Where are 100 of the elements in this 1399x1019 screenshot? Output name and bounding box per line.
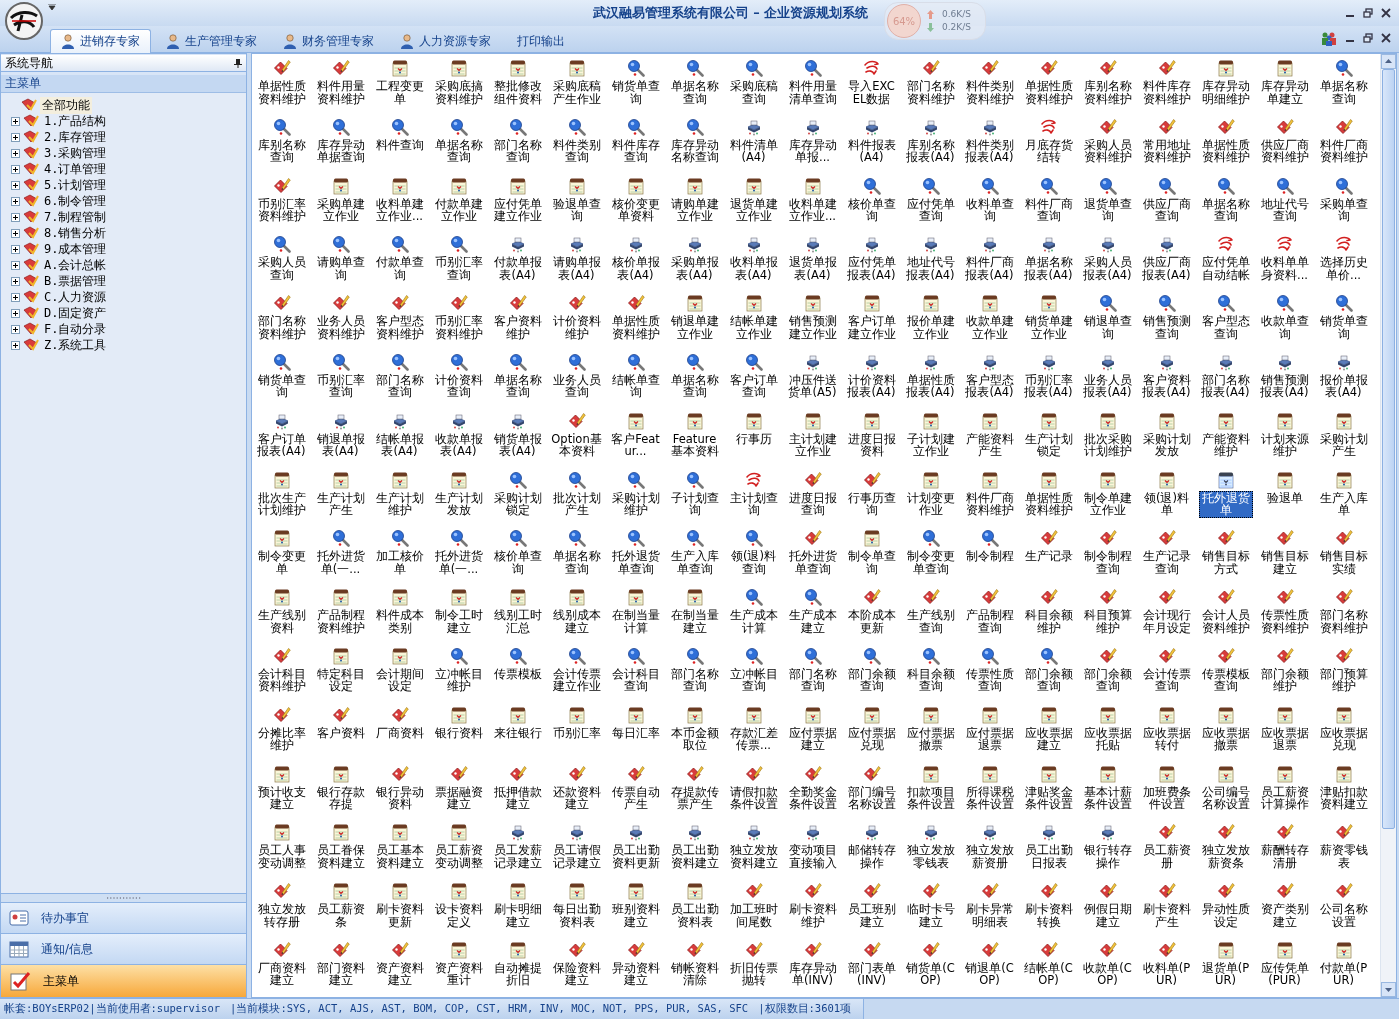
function-item[interactable]: 所得课税条件设置 xyxy=(960,764,1019,824)
function-item[interactable]: 批次生产计划维护 xyxy=(252,470,311,530)
function-item[interactable]: 行事历 xyxy=(724,411,783,471)
function-item[interactable]: 部门名称资料维护 xyxy=(1314,588,1373,647)
function-item[interactable]: 批次采购计划维护 xyxy=(1078,411,1137,471)
function-item[interactable]: 部门名称查询 xyxy=(783,646,842,706)
function-item[interactable]: 采购底稿查询 xyxy=(724,59,783,118)
function-item[interactable]: 库别名称资料维护 xyxy=(1078,59,1137,118)
function-item[interactable]: 冲压件送货单(A5) xyxy=(783,353,842,412)
expand-icon[interactable] xyxy=(11,292,20,302)
function-item[interactable]: 供应厂商报表(A4) xyxy=(1137,235,1196,295)
function-item[interactable]: 银行转存操作 xyxy=(1078,823,1137,883)
function-item[interactable]: 员工人事变动调整 xyxy=(252,823,311,883)
function-item[interactable]: 报价单建立作业 xyxy=(901,294,960,353)
function-item[interactable]: 请购单查询 xyxy=(311,235,370,295)
function-item[interactable]: 刷卡明细建立 xyxy=(488,882,547,941)
function-item[interactable]: 生产计划维护 xyxy=(370,470,429,530)
pin-icon[interactable] xyxy=(234,58,242,68)
function-item[interactable]: 领(退)料单 xyxy=(1137,470,1196,530)
function-item[interactable]: 付款单报表(A4) xyxy=(488,235,547,295)
users-icon[interactable] xyxy=(1321,30,1337,46)
function-item[interactable]: 部门编号名称设置 xyxy=(842,764,901,824)
function-item[interactable]: 员工薪资册 xyxy=(1137,823,1196,883)
function-item[interactable]: 采购底稿产生作业 xyxy=(547,59,606,118)
function-item[interactable]: 核价变更单资料 xyxy=(606,176,665,236)
expand-icon[interactable] xyxy=(11,180,20,190)
function-item[interactable]: 核价单报表(A4) xyxy=(606,235,665,295)
tree-item[interactable]: C.人力资源 xyxy=(42,288,109,306)
function-item[interactable]: 制令制程 xyxy=(960,529,1019,589)
dropdown-arrow-icon[interactable] xyxy=(48,4,56,10)
function-item[interactable]: 折旧传票抛转 xyxy=(724,940,783,997)
function-item[interactable]: 独立发放零钱表 xyxy=(901,823,960,883)
function-item[interactable]: 计划变更作业 xyxy=(901,470,960,530)
function-item[interactable]: 应收票据兑现 xyxy=(1314,705,1373,765)
function-item[interactable]: 还款资料建立 xyxy=(547,764,606,824)
function-item[interactable]: 应收票据建立 xyxy=(1019,705,1078,765)
tree-item[interactable]: 8.销售分析 xyxy=(42,224,109,242)
function-item[interactable]: 科目余额查询 xyxy=(901,646,960,706)
function-item[interactable]: 异动性质设定 xyxy=(1196,882,1255,941)
function-item[interactable]: 单据性质资料维护 xyxy=(606,294,665,353)
function-item[interactable]: 托外退货单 xyxy=(1196,470,1255,530)
function-item[interactable]: 进度日报查询 xyxy=(783,470,842,530)
function-item[interactable]: 立冲帐目维护 xyxy=(429,646,488,706)
function-item[interactable]: 退货单查询 xyxy=(1078,176,1137,236)
function-item[interactable]: 料件类别资料维护 xyxy=(960,59,1019,118)
function-item[interactable]: 客户型态查询 xyxy=(1196,294,1255,353)
function-item[interactable]: 生产记录查询 xyxy=(1137,529,1196,589)
function-item[interactable]: 制令工时建立 xyxy=(429,588,488,647)
function-item[interactable]: 加班费条件设置 xyxy=(1137,764,1196,824)
function-item[interactable]: 料件库存资料维护 xyxy=(1137,59,1196,118)
function-item[interactable]: 产能资料维护 xyxy=(1196,411,1255,471)
function-item[interactable]: 线别成本建立 xyxy=(547,588,606,647)
function-item[interactable]: 核价单查询 xyxy=(842,176,901,236)
restore-icon[interactable] xyxy=(1363,8,1373,18)
function-item[interactable]: 料件用量资料维护 xyxy=(311,59,370,118)
function-item[interactable]: 结帐单建立作业 xyxy=(724,294,783,353)
function-item[interactable]: 请购单报表(A4) xyxy=(547,235,606,295)
function-item[interactable]: 部门余额查询 xyxy=(1078,646,1137,706)
nav-button[interactable]: 通知/信息 xyxy=(1,933,246,964)
tree-item[interactable]: 4.订单管理 xyxy=(42,160,109,178)
function-item[interactable]: 收款单查询 xyxy=(1255,294,1314,353)
function-item[interactable]: 销帐资料清除 xyxy=(665,940,724,997)
function-item[interactable]: 币别汇率查询 xyxy=(429,235,488,295)
function-item[interactable]: 科目预算维护 xyxy=(1078,588,1137,647)
function-item[interactable]: 销售预测建立作业 xyxy=(783,294,842,353)
function-item[interactable]: 客户型态报表(A4) xyxy=(960,353,1019,412)
function-item[interactable]: 产品制程查询 xyxy=(960,588,1019,647)
tree-item[interactable]: 7.制程管制 xyxy=(42,208,109,226)
function-item[interactable]: 应收票据转付 xyxy=(1137,705,1196,765)
function-item[interactable]: 托外进货单查询 xyxy=(783,529,842,589)
function-item[interactable]: 传票性质查询 xyxy=(960,646,1019,706)
function-item[interactable]: 部门名称资料维护 xyxy=(252,294,311,353)
function-item[interactable]: 全勤奖金条件设置 xyxy=(783,764,842,824)
function-item[interactable]: 料件报表(A4) xyxy=(842,117,901,177)
function-item[interactable]: 会计传票查询 xyxy=(1137,646,1196,706)
function-item[interactable]: 传票自动产生 xyxy=(606,764,665,824)
function-item[interactable]: 部门表单(INV) xyxy=(842,940,901,997)
expand-icon[interactable] xyxy=(11,308,20,318)
function-item[interactable]: 采购计划产生 xyxy=(1314,411,1373,471)
function-item[interactable]: 邮储转存操作 xyxy=(842,823,901,883)
function-item[interactable]: 员工出勤资料建立 xyxy=(665,823,724,883)
function-item[interactable]: 料件厂商报表(A4) xyxy=(960,235,1019,295)
tree-item[interactable]: 9.成本管理 xyxy=(42,240,109,258)
function-item[interactable]: 基本计薪条件设置 xyxy=(1078,764,1137,824)
function-item[interactable]: 收款单报表(A4) xyxy=(429,411,488,471)
function-item[interactable]: 生产记录 xyxy=(1019,529,1078,589)
function-item[interactable]: 库存异动明细维护 xyxy=(1196,59,1255,118)
function-item[interactable]: 员工薪资计算操作 xyxy=(1255,764,1314,824)
function-item[interactable]: 薪酬转存清册 xyxy=(1255,823,1314,883)
function-item[interactable]: 结帐单报表(A4) xyxy=(370,411,429,471)
function-item[interactable]: 生产线别资料 xyxy=(252,588,311,647)
tree-item[interactable]: 3.采购管理 xyxy=(42,144,109,162)
tree-item[interactable]: 全部功能 xyxy=(40,96,92,114)
function-item[interactable]: 业务人员查询 xyxy=(547,353,606,412)
function-item[interactable]: 生产线别查询 xyxy=(901,588,960,647)
function-item[interactable]: 采购人员查询 xyxy=(252,235,311,295)
expand-icon[interactable] xyxy=(11,212,20,222)
function-item[interactable]: 单据名称查询 xyxy=(1196,176,1255,236)
function-item[interactable]: Option基本资料 xyxy=(547,411,606,471)
function-item[interactable]: 库别名称报表(A4) xyxy=(901,117,960,177)
